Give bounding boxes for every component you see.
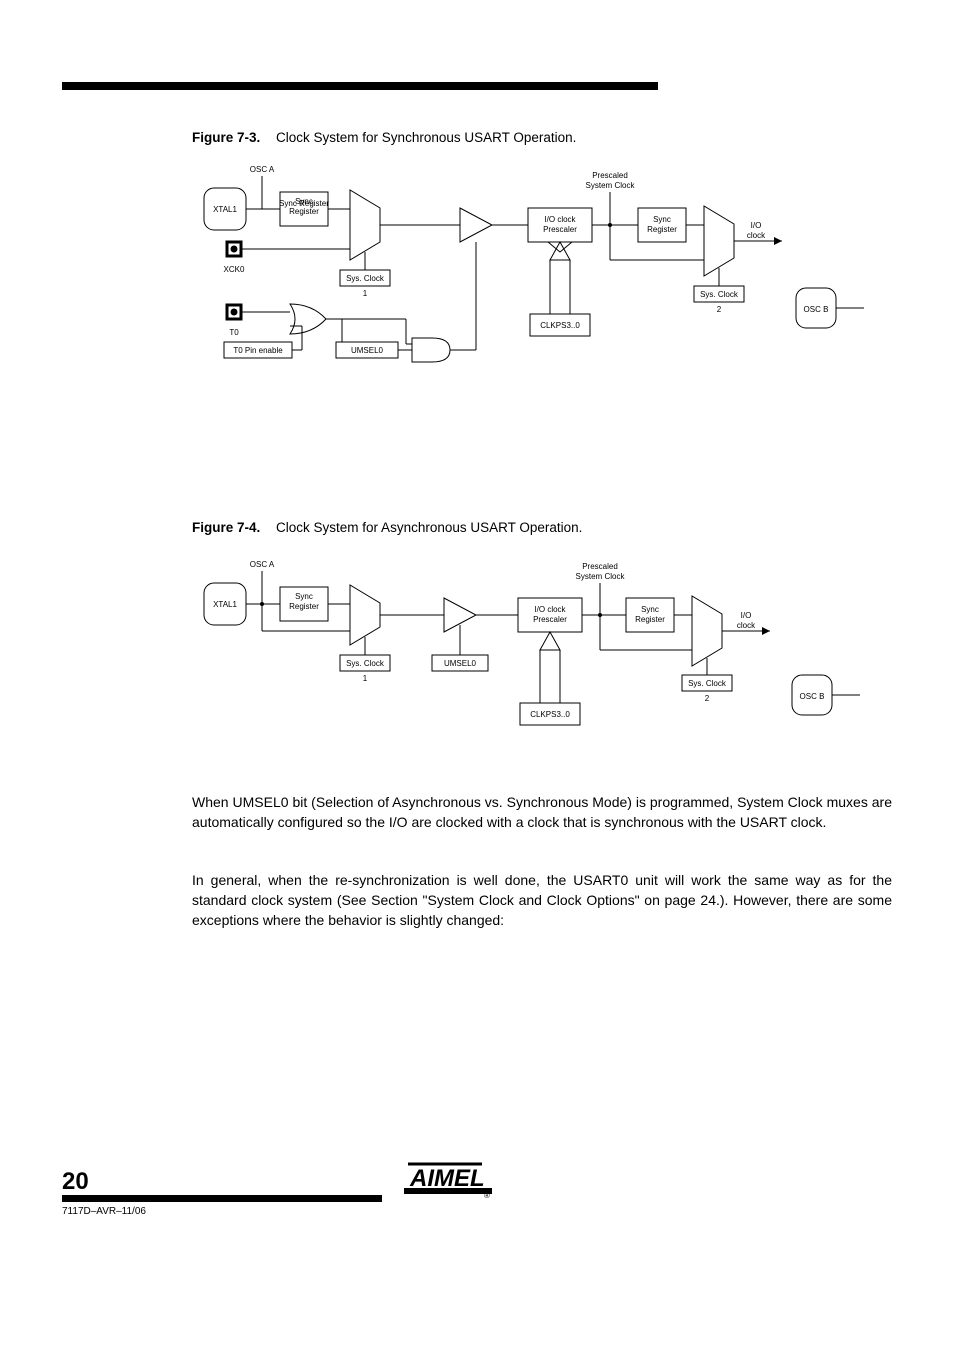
doc-id: 7117D–AVR–11/06 xyxy=(62,1206,146,1217)
figure-7-4-caption: Figure 7-4. Clock System for Asynchronou… xyxy=(192,520,582,535)
svg-text:I/O clock: I/O clock xyxy=(544,215,576,224)
svg-text:I/O clock: I/O clock xyxy=(534,605,566,614)
svg-text:Sys. Clock: Sys. Clock xyxy=(700,290,739,299)
svg-text:2: 2 xyxy=(705,694,710,703)
fig2-strong: Figure 7-4. xyxy=(192,520,260,535)
figure-7-3-caption: Figure 7-3. Clock System for Synchronous… xyxy=(192,130,576,145)
svg-text:System Clock: System Clock xyxy=(586,181,636,190)
svg-text:clock: clock xyxy=(747,231,766,240)
xtal1-label-2: XTAL1 xyxy=(213,600,237,609)
svg-text:®: ® xyxy=(484,1191,490,1200)
paragraph-1: When UMSEL0 bit (Selection of Asynchrono… xyxy=(192,792,892,832)
svg-text:Sync: Sync xyxy=(653,215,671,224)
svg-text:2: 2 xyxy=(717,305,722,314)
svg-text:Register: Register xyxy=(647,225,677,234)
osc-a-label: OSC A xyxy=(250,165,275,174)
atmel-logo: AIMEL ® xyxy=(404,1158,492,1200)
svg-text:Sys. Clock: Sys. Clock xyxy=(346,274,385,283)
svg-text:Prescaled: Prescaled xyxy=(582,562,618,571)
svg-text:I/O: I/O xyxy=(751,221,762,230)
svg-text:clock: clock xyxy=(737,621,756,630)
figure-7-4-diagram: XTAL1 OSC A Sync Register Sys. Clock 1 U… xyxy=(192,555,872,765)
xtal1-label: XTAL1 xyxy=(213,205,237,214)
oscb-label: OSC B xyxy=(804,305,829,314)
svg-text:Prescaled: Prescaled xyxy=(592,171,628,180)
page-number: 20 xyxy=(62,1168,89,1196)
svg-text:Register: Register xyxy=(289,207,319,216)
svg-text:Sys. Clock: Sys. Clock xyxy=(346,659,385,668)
sysclk1-one: 1 xyxy=(363,289,368,298)
oscb-label-2: OSC B xyxy=(800,692,825,701)
figure-7-3-diagram: XTAL1 OSC A Sync Register Sync Register … xyxy=(192,160,872,400)
bottom-rule xyxy=(62,1195,382,1202)
svg-text:Sync: Sync xyxy=(641,605,659,614)
svg-text:I/O: I/O xyxy=(741,611,752,620)
svg-text:Prescaler: Prescaler xyxy=(533,615,567,624)
top-rule xyxy=(62,82,658,90)
fig1-strong: Figure 7-3. xyxy=(192,130,260,145)
osc-a-label-2: OSC A xyxy=(250,560,275,569)
svg-text:Register: Register xyxy=(635,615,665,624)
svg-text:Prescaler: Prescaler xyxy=(543,225,577,234)
t0pinen-label: T0 Pin enable xyxy=(233,346,283,355)
svg-text:Register: Register xyxy=(289,602,319,611)
svg-text:AIMEL: AIMEL xyxy=(409,1165,485,1192)
svg-text:Sync: Sync xyxy=(295,592,313,601)
paragraph-2: In general, when the re-synchronization … xyxy=(192,870,892,930)
svg-text:1: 1 xyxy=(363,674,368,683)
svg-text:Sys. Clock: Sys. Clock xyxy=(688,679,727,688)
clkps-label: CLKPS3..0 xyxy=(540,321,580,330)
fig2-title: Clock System for Asynchronous USART Oper… xyxy=(276,520,582,535)
page: Figure 7-3. Clock System for Synchronous… xyxy=(0,0,954,1351)
svg-text:Sync: Sync xyxy=(295,197,313,206)
svg-text:System Clock: System Clock xyxy=(576,572,626,581)
umsel0-label: UMSEL0 xyxy=(351,346,384,355)
t0-label: T0 xyxy=(229,328,239,337)
fig1-title: Clock System for Synchronous USART Opera… xyxy=(276,130,576,145)
umsel0-label-2: UMSEL0 xyxy=(444,659,477,668)
xck0-label: XCK0 xyxy=(224,265,245,274)
clkps-label-2: CLKPS3..0 xyxy=(530,710,570,719)
